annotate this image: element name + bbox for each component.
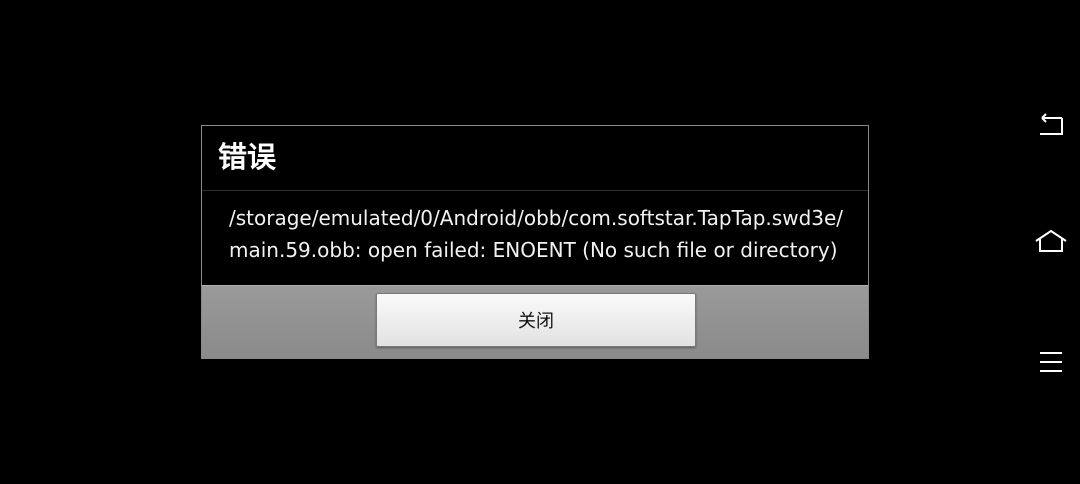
dialog-title-bar: 错误	[202, 126, 868, 191]
dialog-message: /storage/emulated/0/Android/obb/com.soft…	[229, 202, 849, 266]
close-button[interactable]: 关闭	[376, 293, 696, 347]
error-dialog: 错误 /storage/emulated/0/Android/obb/com.s…	[201, 125, 869, 359]
navigation-bar	[1020, 0, 1080, 484]
dialog-message-line: /storage/emulated/0/Android/obb/com.soft…	[229, 206, 844, 230]
home-icon	[1035, 229, 1067, 252]
back-button[interactable]	[1032, 110, 1070, 144]
dialog-message-line: main.59.obb: open failed: ENOENT (No suc…	[229, 238, 838, 262]
home-button[interactable]	[1032, 225, 1070, 259]
back-icon	[1040, 113, 1063, 135]
menu-button[interactable]	[1032, 345, 1070, 379]
menu-icon	[1040, 352, 1062, 372]
dialog-title: 错误	[218, 140, 277, 174]
app-screen: 错误 错误 /storage/emulated/0/Android/obb/co…	[0, 0, 1080, 484]
dialog-footer: 关闭	[202, 285, 868, 358]
